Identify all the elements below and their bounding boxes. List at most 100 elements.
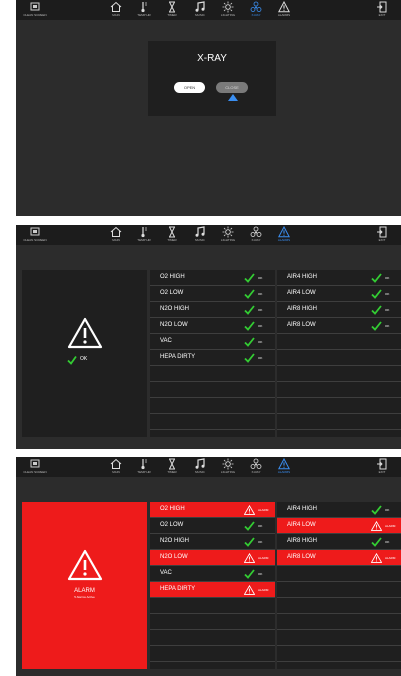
x-ray-button[interactable]: X-RAY bbox=[242, 1, 270, 19]
alarm-row: HEPA DIRTY ALARM bbox=[150, 582, 275, 598]
alarm-name: HEPA DIRTY bbox=[160, 586, 196, 592]
check-icon bbox=[244, 273, 255, 283]
nav-label: CLEAN SCREEN bbox=[23, 13, 47, 17]
exit-button[interactable]: EXIT bbox=[368, 226, 396, 244]
alarms-button[interactable]: ALARMS bbox=[270, 458, 298, 476]
alarms-button[interactable]: ALARMS bbox=[270, 226, 298, 244]
xray-screen: CLEAN SCREEN MAIN TEMP HR TIMER MUSIC LI… bbox=[16, 0, 401, 216]
alarm-name: N2O LOW bbox=[160, 554, 188, 560]
music-button[interactable]: MUSIC bbox=[186, 226, 214, 244]
nav-label: TIMER bbox=[167, 238, 177, 242]
main-button[interactable]: MAIN bbox=[102, 226, 130, 244]
nav-label: ALARMS bbox=[277, 470, 291, 474]
exit-button[interactable]: EXIT bbox=[368, 458, 396, 476]
temp-hr-button[interactable]: TEMP HR bbox=[130, 458, 158, 476]
temp-hr-button[interactable]: TEMP HR bbox=[130, 1, 158, 19]
alarm-name: AIR8 HIGH bbox=[287, 306, 318, 312]
alarm-status: ALARM bbox=[258, 588, 269, 592]
close-button[interactable]: CLOSE bbox=[216, 82, 248, 93]
check-icon bbox=[67, 355, 77, 365]
clean-screen-button[interactable]: CLEAN SCREEN bbox=[18, 458, 52, 476]
alarm-row: AIR8 HIGH OK bbox=[277, 302, 401, 318]
lighting-button[interactable]: LIGHTING bbox=[214, 1, 242, 19]
thermometer-icon bbox=[141, 227, 147, 238]
alarm-row: N2O HIGH OK bbox=[150, 534, 275, 550]
alarm-status: OK bbox=[258, 340, 263, 344]
nav-label: X-RAY bbox=[251, 13, 261, 17]
clean-screen-icon bbox=[30, 459, 40, 468]
check-icon bbox=[371, 537, 382, 547]
open-button[interactable]: OPEN bbox=[174, 82, 205, 93]
nav-label: CLEAN SCREEN bbox=[23, 238, 47, 242]
timer-button[interactable]: TIMER bbox=[158, 458, 186, 476]
alarm-status: ALARM bbox=[258, 508, 269, 512]
check-icon bbox=[244, 569, 255, 579]
empty-row bbox=[277, 614, 401, 630]
check-icon bbox=[371, 505, 382, 515]
nav-label: EXIT bbox=[378, 13, 386, 17]
nav-label: EXIT bbox=[378, 238, 386, 242]
clean-screen-button[interactable]: CLEAN SCREEN bbox=[18, 1, 52, 19]
alarms-button[interactable]: ALARMS bbox=[270, 1, 298, 19]
x-ray-button[interactable]: X-RAY bbox=[242, 458, 270, 476]
warning-triangle-icon bbox=[278, 458, 290, 470]
sun-icon bbox=[222, 458, 234, 470]
alarm-name: AIR4 HIGH bbox=[287, 274, 318, 280]
alarm-status: OK bbox=[385, 308, 390, 312]
nav-label: MUSIC bbox=[195, 238, 205, 242]
timer-button[interactable]: TIMER bbox=[158, 226, 186, 244]
main-button[interactable]: MAIN bbox=[102, 1, 130, 19]
empty-row bbox=[277, 566, 401, 582]
empty-row bbox=[150, 366, 275, 382]
radiation-icon bbox=[250, 458, 262, 469]
x-ray-button[interactable]: X-RAY bbox=[242, 226, 270, 244]
temp-hr-button[interactable]: TEMP HR bbox=[130, 226, 158, 244]
warning-triangle-icon bbox=[67, 317, 103, 349]
summary-status: OK bbox=[80, 356, 88, 362]
alarm-status: ALARM bbox=[385, 524, 396, 528]
clean-screen-icon bbox=[30, 227, 40, 236]
alarm-row: N2O LOW OK bbox=[150, 318, 275, 334]
warning-triangle-icon bbox=[371, 553, 382, 563]
hourglass-icon bbox=[169, 458, 175, 470]
alarm-status: OK bbox=[258, 308, 263, 312]
empty-row bbox=[277, 350, 401, 366]
alarm-summary-active: ALARM 5 Alarms Active bbox=[22, 502, 147, 669]
empty-row bbox=[277, 582, 401, 598]
alarm-status: OK bbox=[258, 572, 263, 576]
top-nav-bar: CLEAN SCREEN MAIN TEMP HR TIMER MUSIC LI… bbox=[16, 457, 401, 477]
empty-row bbox=[150, 414, 275, 430]
alarm-row: AIR4 LOW ALARM bbox=[277, 518, 401, 534]
xray-dialog: X-RAY OPEN CLOSE bbox=[148, 41, 276, 116]
alarm-name: O2 LOW bbox=[160, 522, 184, 528]
main-button[interactable]: MAIN bbox=[102, 458, 130, 476]
clean-screen-button[interactable]: CLEAN SCREEN bbox=[18, 226, 52, 244]
alarm-name: O2 HIGH bbox=[160, 506, 185, 512]
music-button[interactable]: MUSIC bbox=[186, 458, 214, 476]
nav-label: MAIN bbox=[112, 238, 120, 242]
check-icon bbox=[371, 305, 382, 315]
alarm-status: OK bbox=[258, 524, 263, 528]
alarm-name: VAC bbox=[160, 338, 172, 344]
alarm-status: OK bbox=[385, 276, 390, 280]
timer-button[interactable]: TIMER bbox=[158, 1, 186, 19]
alarm-name: N2O LOW bbox=[160, 322, 188, 328]
alarm-status: OK bbox=[385, 292, 390, 296]
alarm-list-right: AIR4 HIGH OK AIR4 LOW OK AIR8 HIGH OK AIR8 LOW… bbox=[277, 270, 401, 437]
alarm-name: O2 HIGH bbox=[160, 274, 185, 280]
lighting-button[interactable]: LIGHTING bbox=[214, 226, 242, 244]
warning-triangle-icon bbox=[244, 505, 255, 515]
alarm-row: AIR8 HIGH OK bbox=[277, 534, 401, 550]
alarm-name: AIR8 HIGH bbox=[287, 538, 318, 544]
exit-button[interactable]: EXIT bbox=[368, 1, 396, 19]
nav-label: LIGHTING bbox=[220, 470, 236, 474]
top-nav-bar: CLEAN SCREEN MAIN TEMP HR TIMER MUSIC LI… bbox=[16, 225, 401, 245]
nav-label: CLEAN SCREEN bbox=[23, 470, 47, 474]
empty-row bbox=[277, 598, 401, 614]
nav-label: MUSIC bbox=[195, 13, 205, 17]
music-note-icon bbox=[195, 1, 205, 12]
alarm-status: ALARM bbox=[258, 556, 269, 560]
music-button[interactable]: MUSIC bbox=[186, 1, 214, 19]
music-note-icon bbox=[195, 226, 205, 237]
lighting-button[interactable]: LIGHTING bbox=[214, 458, 242, 476]
